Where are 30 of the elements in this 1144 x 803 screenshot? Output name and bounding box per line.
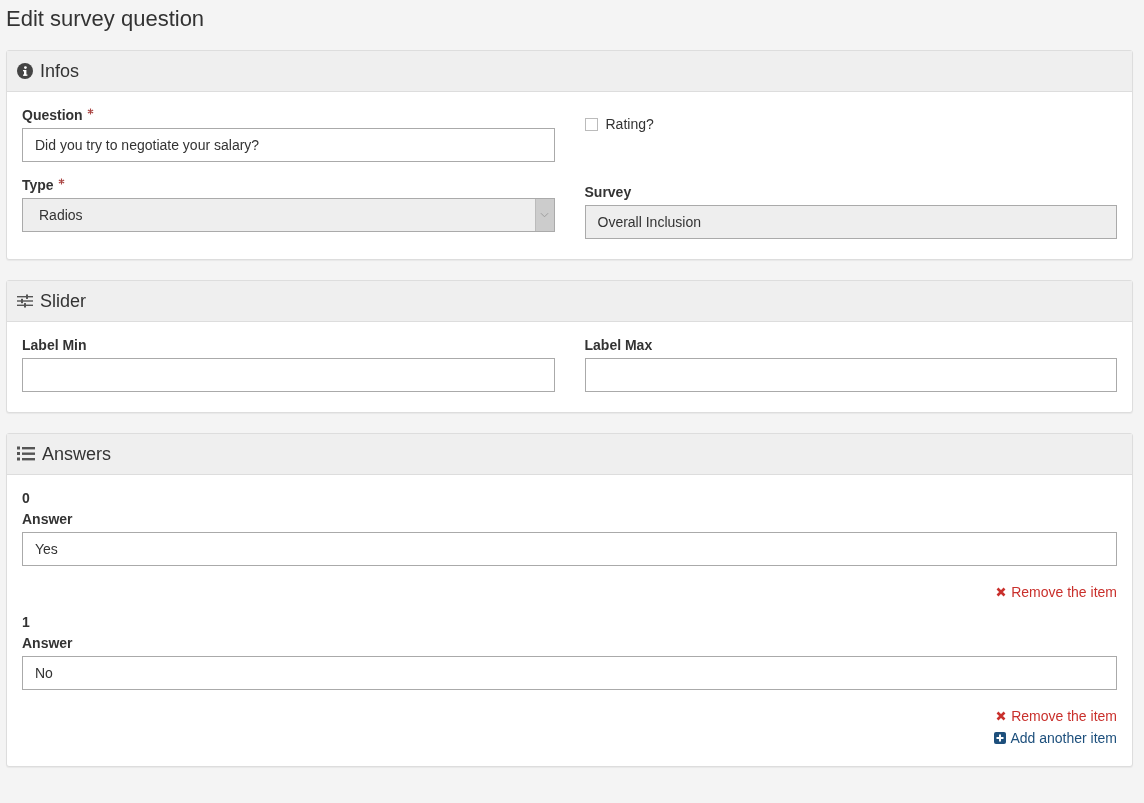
remove-item-link[interactable]: Remove the item <box>996 584 1117 600</box>
label-input[interactable] <box>584 358 1117 392</box>
field-label: Label Max <box>584 337 653 353</box>
numbered-list-icon <box>17 446 35 462</box>
panel-title: Slider <box>40 290 87 312</box>
info-icon <box>17 63 33 79</box>
label-input[interactable] <box>22 358 555 392</box>
remove-icon <box>996 711 1007 721</box>
panel-title: Infos <box>40 60 80 82</box>
field-label: Question <box>22 107 83 123</box>
page-title: Edit survey question <box>6 6 206 32</box>
panel-title: Answers <box>42 443 112 465</box>
item-index: 0 <box>22 490 30 506</box>
checkbox-label: Rating? <box>605 116 654 132</box>
item-index: 1 <box>22 614 30 630</box>
question-input[interactable]: Did you try to negotiate your salary? <box>22 128 555 162</box>
field-label: Answer <box>22 635 73 651</box>
plus-square-icon <box>994 732 1007 744</box>
field-label: Type <box>22 177 54 193</box>
field-label: Answer <box>22 511 73 527</box>
add-item-link[interactable]: Add another item <box>994 730 1117 746</box>
answer-input[interactable]: Yes <box>22 532 1117 566</box>
field-label: Survey <box>584 184 632 200</box>
field-label: Label Min <box>22 337 87 353</box>
dropdown-icon <box>534 199 554 231</box>
rating-checkbox[interactable] <box>584 117 598 131</box>
answer-input[interactable]: No <box>22 656 1117 690</box>
sliders-icon <box>17 294 33 308</box>
remove-item-link[interactable]: Remove the item <box>996 708 1117 724</box>
remove-icon <box>996 587 1007 597</box>
